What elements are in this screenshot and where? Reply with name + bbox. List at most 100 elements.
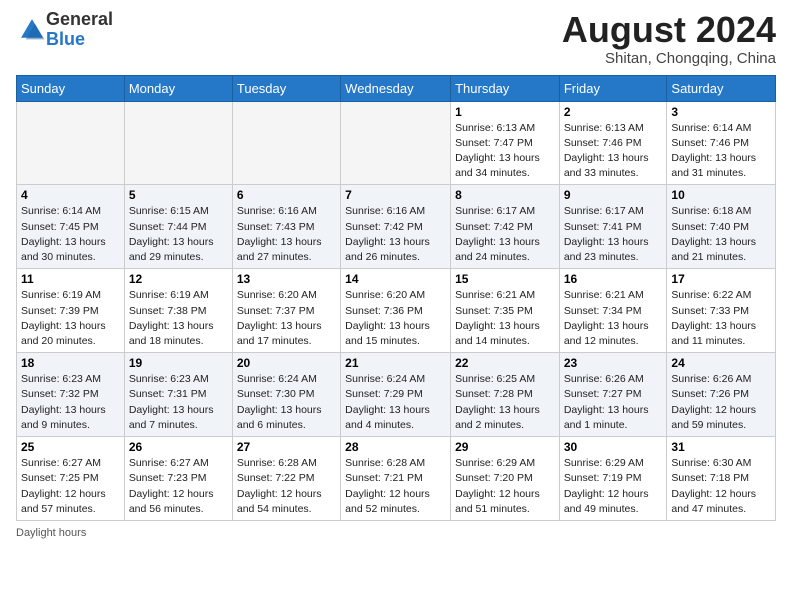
day-info: Sunrise: 6:26 AMSunset: 7:26 PMDaylight:… [671,372,771,433]
table-row: 17 Sunrise: 6:22 AMSunset: 7:33 PMDayligh… [667,269,776,353]
day-number: 15 [455,272,555,286]
day-info: Sunrise: 6:29 AMSunset: 7:20 PMDaylight:… [455,456,555,517]
table-row: 2Sunrise: 6:13 AMSunset: 7:46 PMDaylight… [559,101,667,185]
day-info: Sunrise: 6:19 AMSunset: 7:38 PMDaylight:… [129,288,228,349]
day-info: Sunrise: 6:30 AMSunset: 7:18 PMDaylight:… [671,456,771,517]
calendar-week-row: 18Sunrise: 6:23 AMSunset: 7:32 PMDayligh… [17,353,776,437]
page: General Blue August 2024 Shitan, Chongqi… [0,0,792,612]
day-info: Sunrise: 6:16 AMSunset: 7:42 PMDaylight:… [345,204,446,265]
day-info: Sunrise: 6:28 AMSunset: 7:21 PMDaylight:… [345,456,446,517]
day-number: 12 [129,272,228,286]
table-row: 1 Sunrise: 6:13 AMSunset: 7:47 PMDaylight… [451,101,560,185]
day-info: Sunrise: 6:24 AMSunset: 7:29 PMDaylight:… [345,372,446,433]
table-row: 14 Sunrise: 6:20 AMSunset: 7:36 PMDayligh… [341,269,451,353]
day-info: Sunrise: 6:23 AMSunset: 7:31 PMDaylight:… [129,372,228,433]
month-year-title: August 2024 [562,10,776,50]
table-row: 5Sunrise: 6:15 AMSunset: 7:44 PMDaylight… [124,185,232,269]
table-row: 6Sunrise: 6:16 AMSunset: 7:43 PMDaylight… [232,185,340,269]
calendar-table: Sunday Monday Tuesday Wednesday Thursday… [16,75,776,521]
day-number: 17 [671,272,771,286]
table-row: 8 Sunrise: 6:17 AMSunset: 7:42 PMDaylight… [451,185,560,269]
daylight-label: Daylight hours [16,527,86,539]
day-number: 3 [671,105,771,119]
table-row: 21Sunrise: 6:24 AMSunset: 7:29 PMDayligh… [341,353,451,437]
day-number: 6 [237,188,336,202]
day-info: Sunrise: 6:25 AMSunset: 7:28 PMDaylight:… [455,372,555,433]
day-number: 26 [129,440,228,454]
col-monday: Monday [124,75,232,101]
day-number: 1 [455,105,555,119]
day-info: Sunrise: 6:23 AMSunset: 7:32 PMDaylight:… [21,372,120,433]
day-number: 2 [564,105,663,119]
table-row: 13Sunrise: 6:20 AMSunset: 7:37 PMDayligh… [232,269,340,353]
logo: General Blue [16,10,113,50]
day-number: 7 [345,188,446,202]
day-info: Sunrise: 6:14 AMSunset: 7:45 PMDaylight:… [21,204,120,265]
day-info: Sunrise: 6:19 AMSunset: 7:39 PMDaylight:… [21,288,120,349]
table-row: 19 Sunrise: 6:23 AMSunset: 7:31 PMDayligh… [124,353,232,437]
logo-icon [18,16,46,44]
table-row: 15 Sunrise: 6:21 AMSunset: 7:35 PMDayligh… [451,269,560,353]
table-row: 16Sunrise: 6:21 AMSunset: 7:34 PMDayligh… [559,269,667,353]
calendar-header-row: Sunday Monday Tuesday Wednesday Thursday… [17,75,776,101]
day-number: 11 [21,272,120,286]
day-number: 13 [237,272,336,286]
col-saturday: Saturday [667,75,776,101]
day-info: Sunrise: 6:21 AMSunset: 7:34 PMDaylight:… [564,288,663,349]
day-number: 29 [455,440,555,454]
day-info: Sunrise: 6:27 AMSunset: 7:23 PMDaylight:… [129,456,228,517]
day-info: Sunrise: 6:14 AMSunset: 7:46 PMDaylight:… [671,121,771,182]
day-info: Sunrise: 6:29 AMSunset: 7:19 PMDaylight:… [564,456,663,517]
table-row: 29 Sunrise: 6:29 AMSunset: 7:20 PMDayligh… [451,437,560,521]
table-row: 3 Sunrise: 6:14 AMSunset: 7:46 PMDaylight… [667,101,776,185]
day-info: Sunrise: 6:22 AMSunset: 7:33 PMDaylight:… [671,288,771,349]
table-row: 31Sunrise: 6:30 AMSunset: 7:18 PMDayligh… [667,437,776,521]
day-number: 4 [21,188,120,202]
col-sunday: Sunday [17,75,125,101]
location-label: Shitan, Chongqing, China [562,50,776,67]
table-row: 23Sunrise: 6:26 AMSunset: 7:27 PMDayligh… [559,353,667,437]
table-row: 30 Sunrise: 6:29 AMSunset: 7:19 PMDayligh… [559,437,667,521]
table-row: 24 Sunrise: 6:26 AMSunset: 7:26 PMDayligh… [667,353,776,437]
day-number: 22 [455,356,555,370]
table-row: 11 Sunrise: 6:19 AMSunset: 7:39 PMDayligh… [17,269,125,353]
logo-blue: Blue [46,29,85,49]
col-tuesday: Tuesday [232,75,340,101]
calendar-week-row: 11 Sunrise: 6:19 AMSunset: 7:39 PMDayligh… [17,269,776,353]
day-number: 30 [564,440,663,454]
table-row: 9Sunrise: 6:17 AMSunset: 7:41 PMDaylight… [559,185,667,269]
col-thursday: Thursday [451,75,560,101]
title-area: August 2024 Shitan, Chongqing, China [562,10,776,67]
footer-note: Daylight hours [16,527,776,539]
day-number: 25 [21,440,120,454]
day-number: 14 [345,272,446,286]
day-info: Sunrise: 6:24 AMSunset: 7:30 PMDaylight:… [237,372,336,433]
day-info: Sunrise: 6:17 AMSunset: 7:41 PMDaylight:… [564,204,663,265]
day-info: Sunrise: 6:17 AMSunset: 7:42 PMDaylight:… [455,204,555,265]
table-row [232,101,340,185]
table-row: 25 Sunrise: 6:27 AMSunset: 7:25 PMDayligh… [17,437,125,521]
table-row: 26 Sunrise: 6:27 AMSunset: 7:23 PMDayligh… [124,437,232,521]
day-info: Sunrise: 6:27 AMSunset: 7:25 PMDaylight:… [21,456,120,517]
day-number: 23 [564,356,663,370]
day-number: 19 [129,356,228,370]
day-number: 24 [671,356,771,370]
calendar-week-row: 25 Sunrise: 6:27 AMSunset: 7:25 PMDayligh… [17,437,776,521]
day-number: 5 [129,188,228,202]
col-friday: Friday [559,75,667,101]
table-row: 27Sunrise: 6:28 AMSunset: 7:22 PMDayligh… [232,437,340,521]
day-number: 28 [345,440,446,454]
table-row: 7 Sunrise: 6:16 AMSunset: 7:42 PMDaylight… [341,185,451,269]
day-number: 10 [671,188,771,202]
day-info: Sunrise: 6:20 AMSunset: 7:36 PMDaylight:… [345,288,446,349]
header: General Blue August 2024 Shitan, Chongqi… [16,10,776,67]
day-info: Sunrise: 6:13 AMSunset: 7:47 PMDaylight:… [455,121,555,182]
day-number: 20 [237,356,336,370]
calendar-week-row: 4 Sunrise: 6:14 AMSunset: 7:45 PMDaylight… [17,185,776,269]
day-info: Sunrise: 6:21 AMSunset: 7:35 PMDaylight:… [455,288,555,349]
table-row: 20 Sunrise: 6:24 AMSunset: 7:30 PMDayligh… [232,353,340,437]
day-number: 27 [237,440,336,454]
day-info: Sunrise: 6:18 AMSunset: 7:40 PMDaylight:… [671,204,771,265]
day-number: 8 [455,188,555,202]
table-row: 4 Sunrise: 6:14 AMSunset: 7:45 PMDaylight… [17,185,125,269]
